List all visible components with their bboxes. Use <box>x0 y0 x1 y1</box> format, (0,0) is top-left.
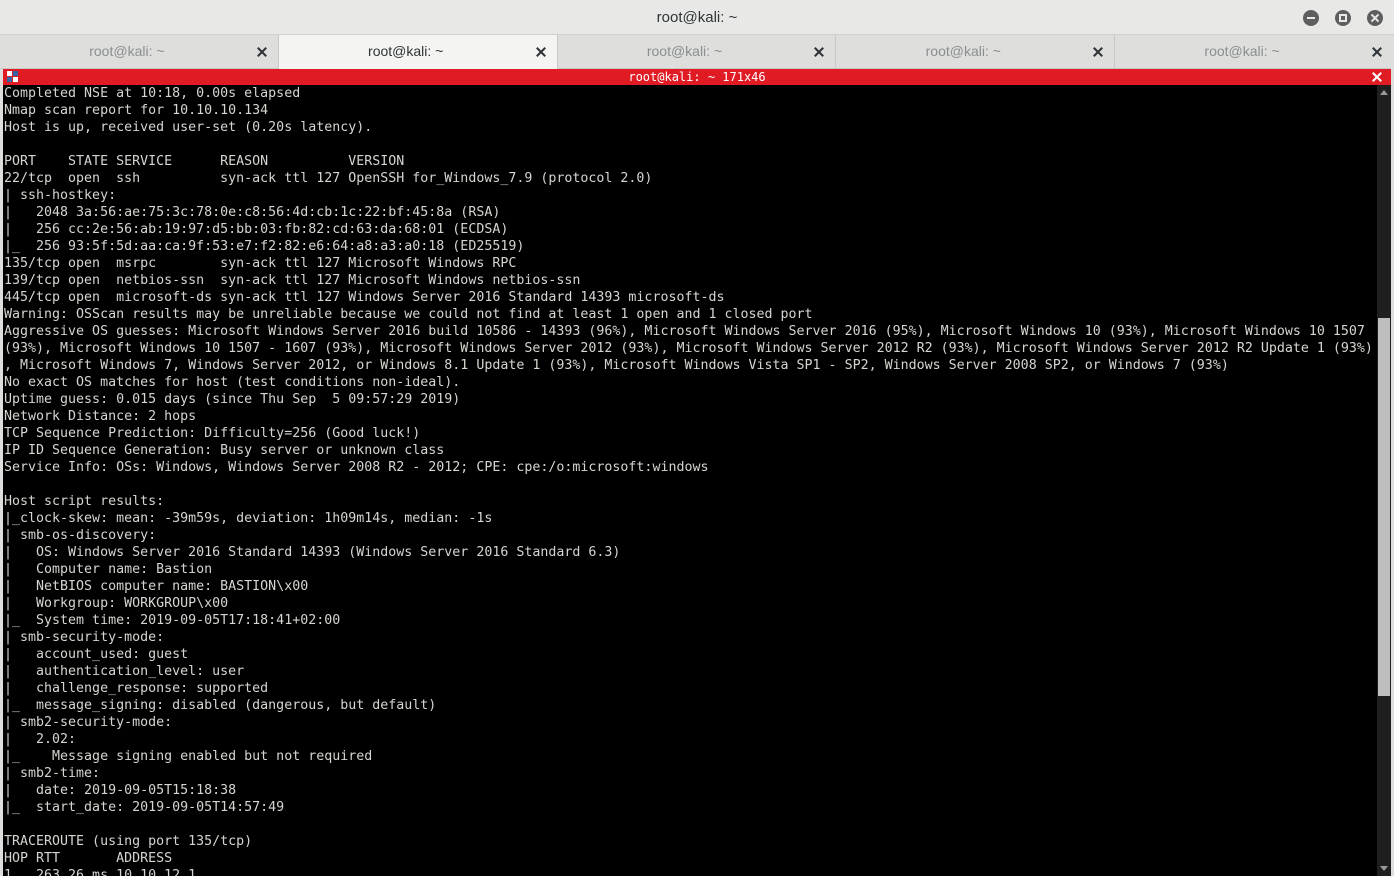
tab-label: root@kali: ~ <box>1204 43 1280 59</box>
tab-label: root@kali: ~ <box>89 43 165 59</box>
terminal-line: , Microsoft Windows 7, Windows Server 20… <box>4 358 1229 373</box>
tab-1[interactable]: root@kali: ~ <box>0 35 279 68</box>
terminal-line: | smb2-time: <box>4 766 109 781</box>
terminal-header: root@kali: ~ 171x46 <box>3 69 1391 85</box>
terminal-header-title: root@kali: ~ 171x46 <box>628 70 766 84</box>
terminal-line: | smb-security-mode: <box>4 630 173 645</box>
terminal-line: | Workgroup: WORKGROUP\x00 <box>4 596 229 611</box>
tab-2[interactable]: root@kali: ~ <box>278 35 558 69</box>
terminal-line: Nmap scan report for 10.10.10.134 <box>4 103 269 118</box>
terminal-line: Host script results: <box>4 494 165 509</box>
minimize-icon[interactable] <box>1303 10 1319 26</box>
close-tab-icon[interactable] <box>1092 46 1104 58</box>
terminal-line: |_clock-skew: mean: -39m59s, deviation: … <box>4 511 493 526</box>
close-tab-icon[interactable] <box>256 46 268 58</box>
window-title: root@kali: ~ <box>656 9 738 26</box>
terminal-line: | 2048 3a:56:ae:75:3c:78:0e:c8:56:4d:cb:… <box>4 205 501 220</box>
tab-label: root@kali: ~ <box>368 43 444 59</box>
terminal-scrollbar[interactable] <box>1377 85 1391 876</box>
terminal-line: |_ System time: 2019-09-05T17:18:41+02:0… <box>4 613 341 628</box>
terminal-line: Warning: OSScan results may be unreliabl… <box>4 307 813 322</box>
close-tab-icon[interactable] <box>813 46 825 58</box>
terminal-line: 445/tcp open microsoft-ds syn-ack ttl 12… <box>4 290 725 305</box>
maximize-icon[interactable] <box>1335 10 1351 26</box>
terminal-line: |_ start_date: 2019-09-05T14:57:49 <box>4 800 285 815</box>
tab-bar: root@kali: ~ root@kali: ~ root@kali: ~ r… <box>0 35 1394 69</box>
terminal-line: Completed NSE at 10:18, 0.00s elapsed <box>4 86 301 101</box>
tab-label: root@kali: ~ <box>646 43 723 59</box>
terminal-line: |_ message_signing: disabled (dangerous,… <box>4 698 437 713</box>
terminal-line: | account_used: guest <box>4 647 189 662</box>
window-titlebar[interactable]: root@kali: ~ <box>0 0 1394 35</box>
terminal-line: TCP Sequence Prediction: Difficulty=256 … <box>4 426 421 441</box>
scroll-up-icon[interactable] <box>1380 90 1388 95</box>
terminal-line: |_ 256 93:5f:5d:aa:ca:9f:53:e7:f2:82:e6:… <box>4 239 525 254</box>
tab-3[interactable]: root@kali: ~ <box>558 35 837 68</box>
terminal-line: PORT STATE SERVICE REASON VERSION <box>4 154 405 169</box>
terminal-line: Network Distance: 2 hops <box>4 409 197 424</box>
close-tab-icon[interactable] <box>535 46 547 58</box>
close-window-icon[interactable] <box>1367 10 1383 26</box>
terminal-output[interactable]: Completed NSE at 10:18, 0.00s elapsed Nma… <box>3 85 1376 876</box>
terminal-line: 135/tcp open msrpc syn-ack ttl 127 Micro… <box>4 256 517 271</box>
terminal-line: (93%), Microsoft Windows 10 1507 - 1607 … <box>4 341 1373 356</box>
terminal-line: |_ Message signing enabled but not requi… <box>4 749 373 764</box>
scrollbar-thumb[interactable] <box>1378 318 1390 696</box>
terminal-line: | smb2-security-mode: <box>4 715 181 730</box>
terminal-line: | Computer name: Bastion <box>4 562 213 577</box>
terminal-line: 22/tcp open ssh syn-ack ttl 127 OpenSSH … <box>4 171 653 186</box>
tab-label: root@kali: ~ <box>925 43 1001 59</box>
scroll-down-icon[interactable] <box>1380 866 1388 871</box>
tab-5[interactable]: root@kali: ~ <box>1115 35 1394 68</box>
terminal-line: Uptime guess: 0.015 days (since Thu Sep … <box>4 392 461 407</box>
terminal-line: Service Info: OSs: Windows, Windows Serv… <box>4 460 709 475</box>
terminal-line: IP ID Sequence Generation: Busy server o… <box>4 443 445 458</box>
terminal-line: | authentication_level: user <box>4 664 245 679</box>
terminal-line: | ssh-hostkey: <box>4 188 125 203</box>
terminal-line: | OS: Windows Server 2016 Standard 14393… <box>4 545 621 560</box>
terminal-line: TRACEROUTE (using port 135/tcp) <box>4 834 253 849</box>
terminal-line: HOP RTT ADDRESS <box>4 851 173 866</box>
terminal-line: | 256 cc:2e:56:ab:19:97:d5:bb:03:fb:82:c… <box>4 222 509 237</box>
terminal-line: | smb-os-discovery: <box>4 528 165 543</box>
terminal-line: | date: 2019-09-05T15:18:38 <box>4 783 237 798</box>
terminal-line: Host is up, received user-set (0.20s lat… <box>4 120 373 135</box>
terminal-line: 139/tcp open netbios-ssn syn-ack ttl 127… <box>4 273 581 288</box>
terminal-line: | NetBIOS computer name: BASTION\x00 <box>4 579 309 594</box>
terminal-line: 1 263.26 ms 10.10.12.1 <box>4 868 197 876</box>
terminal-line: No exact OS matches for host (test condi… <box>4 375 461 390</box>
tab-4[interactable]: root@kali: ~ <box>836 35 1116 68</box>
close-tab-icon[interactable] <box>1371 46 1383 58</box>
close-terminal-icon[interactable] <box>1371 71 1383 83</box>
terminal-menu-icon[interactable] <box>7 71 19 83</box>
terminal-line: Aggressive OS guesses: Microsoft Windows… <box>4 324 1365 339</box>
terminal-line: | 2.02: <box>4 732 85 747</box>
terminal-window: root@kali: ~ root@kali: ~ root@kali: ~ r… <box>0 0 1394 876</box>
terminal-line: | challenge_response: supported <box>4 681 269 696</box>
